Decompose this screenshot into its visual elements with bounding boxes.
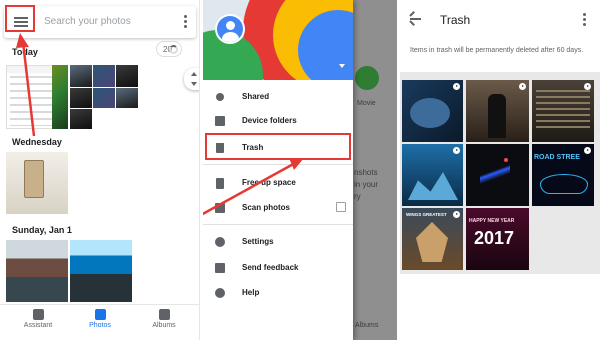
trash-item[interactable] — [402, 80, 463, 142]
trash-item[interactable]: ROAD STREE — [532, 144, 594, 206]
trash-info-text: Items in trash will be permanently delet… — [410, 47, 584, 54]
trash-panel: Trash Items in trash will be permanently… — [400, 0, 600, 340]
drawer-panel: Movie nshots in your ry Albums Shared De… — [203, 0, 397, 340]
video-badge-icon — [519, 83, 526, 90]
back-arrow-icon[interactable] — [408, 11, 422, 26]
more-options-icon[interactable] — [582, 13, 586, 27]
video-badge-icon — [453, 211, 460, 218]
video-badge-icon — [453, 147, 460, 154]
trash-grid: ROAD STREE WINGS GREATEST HAPPY NEW YEAR… — [400, 72, 600, 274]
tile-caption: 2017 — [474, 228, 515, 248]
video-badge-icon — [584, 147, 591, 154]
arrow-annotation-2 — [203, 158, 304, 216]
trash-toolbar: Trash — [400, 0, 600, 40]
trash-item[interactable]: HAPPY NEW YEAR 2017 — [466, 208, 529, 270]
photos-main-panel: Search your photos Today 20 Wednesday Su… — [0, 0, 200, 340]
trash-item[interactable] — [532, 80, 594, 142]
tile-caption: ROAD STREE — [534, 154, 580, 161]
trash-item[interactable] — [402, 144, 463, 206]
tile-caption: WINGS GREATEST — [406, 212, 447, 217]
video-badge-icon — [453, 83, 460, 90]
trash-item[interactable]: WINGS GREATEST — [402, 208, 463, 270]
page-title: Trash — [440, 13, 471, 27]
tile-caption: HAPPY NEW YEAR — [469, 218, 515, 224]
video-badge-icon — [584, 83, 591, 90]
arrow-annotation-1 — [16, 33, 36, 137]
trash-item[interactable] — [466, 80, 529, 142]
trash-item[interactable] — [466, 144, 529, 206]
